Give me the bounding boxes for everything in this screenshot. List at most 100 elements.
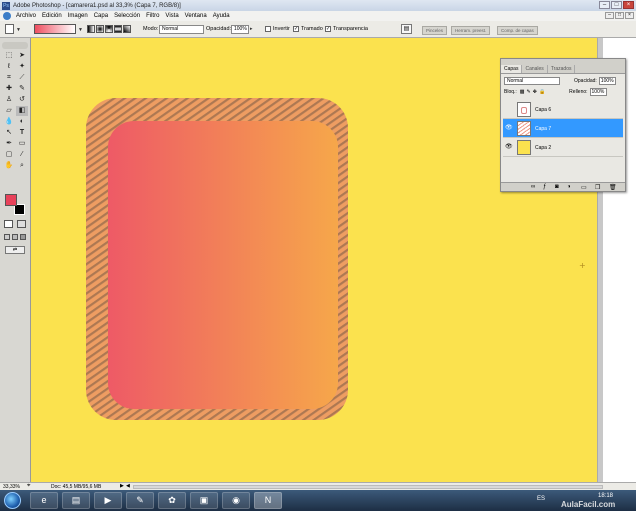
move-tool-icon[interactable]: ➤ — [16, 51, 28, 61]
screen-mode-full-menu-button[interactable] — [12, 234, 18, 240]
gradient-picker[interactable] — [34, 24, 76, 34]
clock[interactable]: 18:18 — [598, 493, 613, 499]
well-tab-layer-comps[interactable]: Comp. de capas — [497, 26, 538, 35]
menu-edicion[interactable]: Edición — [39, 13, 65, 19]
well-tab-tool-presets[interactable]: Herram. preest. — [451, 26, 491, 35]
lock-all-icon[interactable]: 🔒 — [539, 89, 545, 95]
type-tool-icon[interactable]: T — [16, 128, 28, 138]
palette-well-icon[interactable]: ▤ — [401, 24, 412, 34]
hand-tool-icon[interactable]: ✋ — [3, 161, 15, 171]
menu-vista[interactable]: Vista — [162, 13, 181, 19]
tab-paths[interactable]: Trazados — [548, 65, 576, 73]
screen-mode-full-button[interactable] — [20, 234, 26, 240]
paint-app-icon[interactable]: ✎ — [126, 492, 154, 509]
status-menu-arrow-icon[interactable]: ▶ — [120, 483, 124, 489]
angle-gradient-button[interactable] — [105, 25, 113, 33]
new-layer-icon[interactable]: ❐ — [595, 184, 600, 191]
document-menu-icon[interactable] — [3, 12, 11, 20]
fill-field[interactable]: 100% — [589, 88, 607, 96]
file-explorer-icon[interactable]: ▤ — [62, 492, 90, 509]
marquee-tool-icon[interactable]: ⬚ — [3, 51, 15, 61]
clone-stamp-tool-icon[interactable]: ♙ — [3, 95, 15, 105]
layer-row-capa-2[interactable]: 👁 Capa 2 — [503, 138, 623, 157]
layer-mask-icon[interactable]: ◙ — [555, 184, 559, 190]
media-player-icon[interactable]: ▶ — [94, 492, 122, 509]
menu-seleccion[interactable]: Selección — [111, 13, 143, 19]
menu-ventana[interactable]: Ventana — [182, 13, 210, 19]
foreground-color-swatch[interactable] — [5, 194, 17, 206]
hscroll-left-arrow-icon[interactable]: ◀ — [126, 483, 130, 489]
status-info-icon[interactable]: ⌖ — [27, 483, 30, 490]
maximize-button[interactable]: □ — [611, 1, 622, 9]
pen-tool-icon[interactable]: ✒ — [3, 139, 15, 149]
screen-recorder-icon[interactable]: ▣ — [190, 492, 218, 509]
opacity-field[interactable]: 100% — [231, 25, 249, 34]
notes-tool-icon[interactable]: ▢ — [3, 150, 15, 160]
magic-wand-tool-icon[interactable]: ✦ — [16, 62, 28, 72]
blend-mode-select[interactable]: Normal — [504, 77, 560, 85]
healing-brush-tool-icon[interactable]: ✚ — [3, 84, 15, 94]
eraser-tool-icon[interactable]: ▱ — [3, 106, 15, 116]
lock-move-icon[interactable]: ✥ — [533, 89, 537, 95]
history-brush-tool-icon[interactable]: ↺ — [16, 95, 28, 105]
invert-checkbox[interactable] — [265, 26, 271, 32]
horizontal-scrollbar[interactable] — [133, 485, 603, 489]
menu-imagen[interactable]: Imagen — [65, 13, 91, 19]
lasso-tool-icon[interactable]: ℓ — [3, 62, 15, 72]
slice-tool-icon[interactable]: ⟋ — [16, 73, 28, 83]
photoshop-task-icon[interactable]: N — [254, 492, 282, 509]
radial-gradient-button[interactable] — [96, 25, 104, 33]
diamond-gradient-button[interactable] — [123, 25, 131, 33]
tab-channels[interactable]: Canales — [522, 65, 548, 73]
tab-layers[interactable]: Capas — [501, 65, 523, 73]
dither-checkbox[interactable]: ✓ — [293, 26, 299, 32]
menu-filtro[interactable]: Filtro — [143, 13, 162, 19]
eyedropper-tool-icon[interactable]: ⁄ — [16, 150, 28, 160]
chrome-icon[interactable]: ◉ — [222, 492, 250, 509]
doc-minimize-button[interactable]: – — [605, 12, 614, 19]
doc-close-button[interactable]: × — [625, 12, 634, 19]
messenger-icon[interactable]: ✿ — [158, 492, 186, 509]
language-indicator[interactable]: ES — [537, 496, 545, 502]
zoom-tool-icon[interactable]: ⌕ — [16, 161, 28, 171]
brush-tool-icon[interactable]: ✎ — [16, 84, 28, 94]
trash-icon[interactable]: 🗑 — [609, 184, 617, 191]
well-tab-brushes[interactable]: Pinceles — [422, 26, 448, 35]
menu-capa[interactable]: Capa — [91, 13, 111, 19]
lock-paint-icon[interactable]: ✎ — [527, 89, 531, 95]
chevron-down-icon[interactable]: ▼ — [78, 27, 83, 33]
opacity-slider-arrow-icon[interactable]: ▸ — [250, 26, 253, 32]
gradient-tool-icon[interactable]: ◧ — [16, 106, 28, 116]
path-selection-tool-icon[interactable]: ↖ — [3, 128, 15, 138]
chevron-down-icon[interactable]: ▼ — [16, 27, 21, 33]
lock-transparency-icon[interactable]: ▩ — [520, 89, 525, 95]
layer-style-icon[interactable]: ƒ — [543, 184, 546, 190]
minimize-button[interactable]: – — [599, 1, 610, 9]
close-button[interactable]: × — [623, 1, 634, 9]
mode-select[interactable]: Normal — [159, 25, 204, 34]
shape-tool-icon[interactable]: ▭ — [16, 139, 28, 149]
menu-ayuda[interactable]: Ayuda — [210, 13, 233, 19]
visibility-toggle-empty[interactable] — [505, 105, 513, 113]
layer-row-capa-7[interactable]: 👁 Capa 7 — [503, 119, 623, 138]
eye-icon[interactable]: 👁 — [505, 143, 513, 151]
eye-icon[interactable]: 👁 — [505, 124, 513, 132]
doc-restore-button[interactable]: □ — [615, 12, 624, 19]
link-layers-icon[interactable]: ∞ — [531, 184, 535, 190]
new-group-icon[interactable]: ▭ — [581, 184, 587, 191]
layer-opacity-field[interactable]: 100% — [598, 77, 616, 85]
linear-gradient-button[interactable] — [87, 25, 95, 33]
image-ready-button[interactable]: ⇄ — [5, 246, 25, 254]
transparency-checkbox[interactable]: ✓ — [325, 26, 331, 32]
blur-tool-icon[interactable]: 💧 — [3, 117, 15, 127]
tool-preset-icon[interactable] — [5, 24, 14, 34]
adjustment-layer-icon[interactable]: ◑ — [567, 184, 571, 190]
dodge-tool-icon[interactable]: ◐ — [16, 117, 28, 127]
quick-mask-button[interactable] — [17, 220, 26, 228]
crop-tool-icon[interactable]: ⌗ — [3, 73, 15, 83]
standard-mode-button[interactable] — [4, 220, 13, 228]
menu-archivo[interactable]: Archivo — [13, 13, 39, 19]
layer-row-capa-6[interactable]: Capa 6 — [503, 100, 623, 119]
start-button[interactable] — [4, 492, 21, 509]
internet-explorer-icon[interactable]: e — [30, 492, 58, 509]
